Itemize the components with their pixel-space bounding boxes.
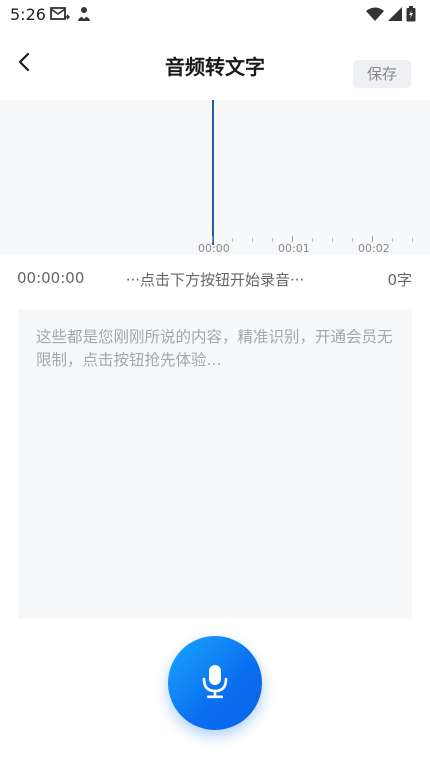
status-bar: 5:26 xyxy=(0,0,430,30)
timeline-label: 00:01 xyxy=(278,242,310,255)
microphone-icon xyxy=(200,663,230,703)
mail-notification-icon xyxy=(50,6,70,22)
timeline-tick xyxy=(272,238,273,242)
timeline-tick xyxy=(392,238,393,242)
timeline-tick xyxy=(212,236,213,242)
timeline-tick xyxy=(252,238,253,242)
record-button[interactable] xyxy=(168,636,262,730)
timeline-tick xyxy=(332,238,333,242)
status-time: 5:26 xyxy=(10,5,46,24)
timeline-tick xyxy=(412,238,413,242)
waveform-area: 00:00 00:01 00:02 xyxy=(0,100,430,255)
wifi-icon xyxy=(366,7,384,21)
timeline-ruler: 00:00 00:01 00:02 xyxy=(0,236,430,255)
playhead[interactable] xyxy=(212,100,214,245)
timeline-label: 00:00 xyxy=(198,242,230,255)
save-button[interactable]: 保存 xyxy=(353,60,411,88)
timeline-tick xyxy=(352,238,353,242)
cellular-signal-icon xyxy=(388,7,402,21)
battery-charging-icon xyxy=(406,6,416,22)
timeline-tick xyxy=(312,238,313,242)
transcript-placeholder: 这些都是您刚刚所说的内容，精准识别，开通会员无限制，点击按钮抢先体验... xyxy=(36,328,393,369)
transcript-area[interactable]: 这些都是您刚刚所说的内容，精准识别，开通会员无限制，点击按钮抢先体验... xyxy=(18,309,412,619)
header: 音频转文字 保存 xyxy=(0,40,430,92)
recording-hint: ···点击下方按钮开始录音··· xyxy=(125,271,305,289)
status-left-icons xyxy=(50,6,92,22)
timeline-tick xyxy=(232,238,233,242)
info-row: 00:00:00 ···点击下方按钮开始录音··· 0字 xyxy=(0,266,430,292)
assistant-notification-icon xyxy=(76,6,92,22)
timeline-tick xyxy=(292,236,293,242)
character-count: 0字 xyxy=(387,271,412,289)
timeline-tick xyxy=(372,236,373,242)
timeline-label: 00:02 xyxy=(358,242,390,255)
status-right-icons xyxy=(366,6,416,22)
